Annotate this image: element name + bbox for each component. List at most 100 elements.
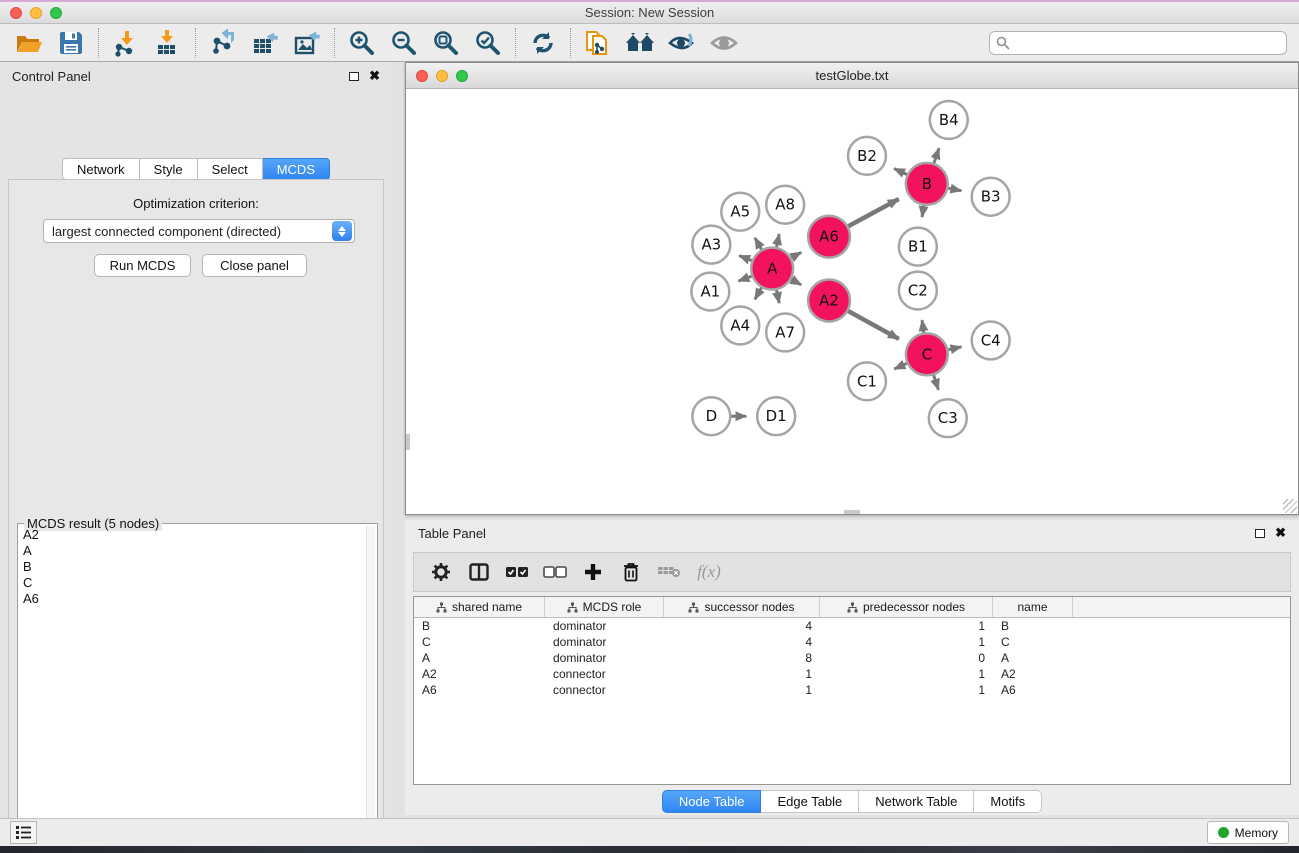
column-header-name[interactable]: name (993, 597, 1073, 617)
close-panel-icon[interactable]: ✖ (369, 71, 380, 81)
tab-mcds[interactable]: MCDS (263, 158, 330, 180)
eye-button[interactable] (703, 27, 745, 59)
refresh-button[interactable] (522, 27, 564, 59)
function-builder-button[interactable]: f(x) (690, 556, 724, 588)
tab-edge-table[interactable]: Edge Table (761, 790, 859, 813)
tab-select[interactable]: Select (198, 158, 263, 180)
table-row[interactable]: Cdominator41C (414, 634, 1290, 650)
zoom-out-button[interactable] (383, 27, 425, 59)
tab-network-table[interactable]: Network Table (859, 790, 974, 813)
delete-table-button[interactable] (652, 556, 686, 588)
table-row[interactable]: A2connector11A2 (414, 666, 1290, 682)
table-row[interactable]: Adominator80A (414, 650, 1290, 666)
column-header-predecessor-nodes[interactable]: predecessor nodes (820, 597, 993, 617)
unselect-all-button[interactable] (538, 556, 572, 588)
graph-node-A7[interactable]: A7 (766, 313, 804, 351)
mcds-result-item[interactable]: A6 (18, 592, 366, 608)
table-body: Bdominator41BCdominator41CAdominator80AA… (414, 618, 1290, 698)
shared-column-icon (567, 602, 578, 613)
graph-node-A4[interactable]: A4 (721, 306, 759, 344)
graph-node-B3[interactable]: B3 (972, 178, 1010, 216)
graph-node-B4[interactable]: B4 (930, 101, 968, 139)
export-table-icon (251, 29, 279, 57)
table-row[interactable]: Bdominator41B (414, 618, 1290, 634)
network-graph[interactable]: B4 B2 B B3 A5A8 A6 B1 A3 A C2 A1 A2 A4A7 C4 C C1 C3 D D1 (406, 89, 1298, 514)
search-input[interactable] (1015, 36, 1280, 50)
graph-node-B[interactable]: B (906, 163, 948, 205)
resize-grip[interactable] (1283, 499, 1297, 513)
refresh-icon (529, 29, 557, 57)
close-panel-button[interactable]: Close panel (202, 254, 307, 277)
graph-node-A8[interactable]: A8 (766, 186, 804, 224)
graph-node-D[interactable]: D (692, 397, 730, 435)
horizontal-scroll-indicator[interactable] (844, 510, 860, 514)
search-field[interactable] (989, 31, 1287, 55)
graph-node-A6[interactable]: A6 (808, 216, 850, 258)
mcds-result-item[interactable]: B (18, 560, 366, 576)
double-home-icon (624, 30, 656, 56)
svg-text:B3: B3 (981, 188, 1001, 206)
result-scrollbar[interactable] (366, 526, 375, 853)
vertical-scroll-indicator[interactable] (406, 434, 410, 450)
run-mcds-button[interactable]: Run MCDS (94, 254, 191, 277)
add-column-button[interactable] (576, 556, 610, 588)
tab-motifs[interactable]: Motifs (974, 790, 1042, 813)
export-image-button[interactable] (286, 27, 328, 59)
graph-node-B1[interactable]: B1 (899, 228, 937, 266)
memory-button[interactable]: Memory (1207, 821, 1289, 844)
mcds-result-item[interactable]: A (18, 544, 366, 560)
network-document-button[interactable] (577, 27, 619, 59)
graph-node-C3[interactable]: C3 (929, 399, 967, 437)
column-header-successor-nodes[interactable]: successor nodes (664, 597, 820, 617)
export-image-icon (293, 29, 321, 57)
homes-button[interactable] (619, 27, 661, 59)
task-history-button[interactable] (10, 821, 37, 844)
show-graphics-button[interactable] (661, 27, 703, 59)
show-columns-button[interactable] (462, 556, 496, 588)
mcds-result-item[interactable]: C (18, 576, 366, 592)
graph-edge-A2-C[interactable] (846, 310, 899, 339)
export-table-button[interactable] (244, 27, 286, 59)
column-header-mcds-role[interactable]: MCDS role (545, 597, 664, 617)
svg-text:A6: A6 (819, 228, 839, 246)
session-title: Session: New Session (0, 5, 1299, 20)
open-session-button[interactable] (8, 27, 50, 59)
graph-node-C2[interactable]: C2 (899, 272, 937, 310)
zoom-fit-button[interactable] (425, 27, 467, 59)
criterion-dropdown[interactable]: largest connected component (directed) (43, 219, 355, 243)
control-panel: Control Panel ✖ Network Style Select MCD… (0, 62, 392, 815)
column-header-shared-name[interactable]: shared name (414, 597, 545, 617)
graph-node-B2[interactable]: B2 (848, 137, 886, 175)
save-session-button[interactable] (50, 27, 92, 59)
export-network-button[interactable] (202, 27, 244, 59)
zoom-in-button[interactable] (341, 27, 383, 59)
graph-node-A1[interactable]: A1 (691, 273, 729, 311)
float-panel-icon[interactable] (349, 72, 359, 81)
table-settings-button[interactable] (424, 556, 458, 588)
tab-style[interactable]: Style (140, 158, 198, 180)
graph-node-A3[interactable]: A3 (692, 226, 730, 264)
graph-node-A5[interactable]: A5 (721, 193, 759, 231)
import-network-button[interactable] (105, 27, 147, 59)
delete-column-button[interactable] (614, 556, 648, 588)
fx-icon: f(x) (693, 562, 721, 582)
tab-node-table[interactable]: Node Table (662, 790, 762, 813)
tab-network[interactable]: Network (62, 158, 140, 180)
graph-node-C[interactable]: C (906, 333, 948, 375)
zoom-selected-button[interactable] (467, 27, 509, 59)
network-canvas[interactable]: B4 B2 B B3 A5A8 A6 B1 A3 A C2 A1 A2 A4A7 C4 C C1 C3 D D1 (406, 89, 1298, 514)
float-table-panel-icon[interactable] (1255, 529, 1265, 538)
select-all-button[interactable] (500, 556, 534, 588)
graph-node-A[interactable]: A (751, 248, 793, 290)
graph-node-D1[interactable]: D1 (757, 397, 795, 435)
graph-edge-A6-B[interactable] (846, 199, 899, 228)
table-row[interactable]: A6connector11A6 (414, 682, 1290, 698)
graph-node-A2[interactable]: A2 (808, 280, 850, 322)
graph-node-C4[interactable]: C4 (972, 321, 1010, 359)
mcds-result-item[interactable]: A2 (18, 528, 366, 544)
import-table-button[interactable] (147, 27, 189, 59)
table-cell: 1 (820, 667, 993, 681)
graph-node-C1[interactable]: C1 (848, 362, 886, 400)
table-cell: B (993, 619, 1073, 633)
close-table-panel-icon[interactable]: ✖ (1275, 528, 1286, 538)
